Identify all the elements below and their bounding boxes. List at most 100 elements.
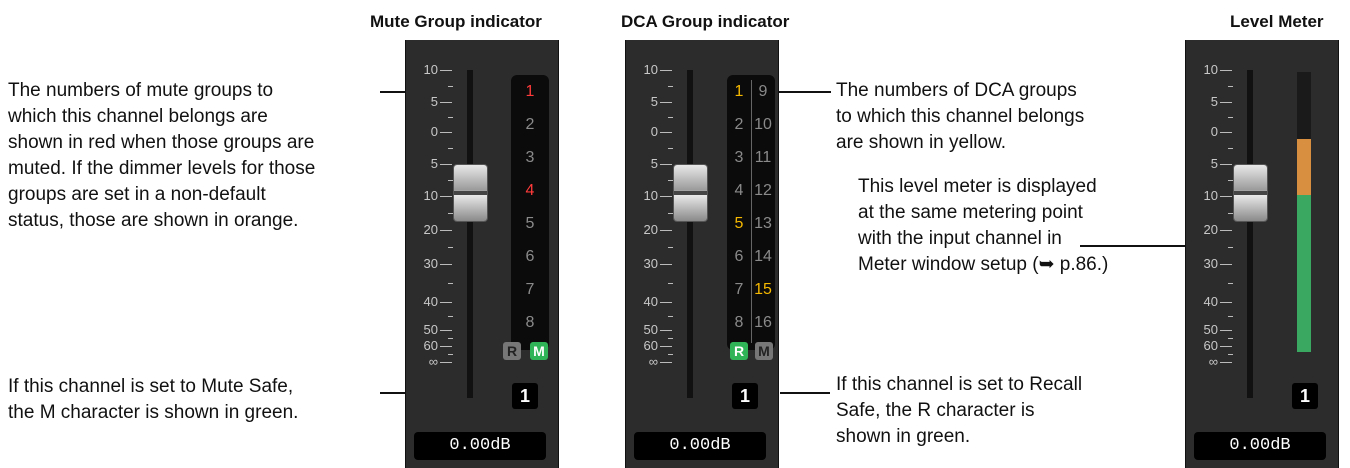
mute-group-title: Mute Group indicator	[370, 12, 542, 31]
scale-tick-label: 30	[1203, 256, 1218, 271]
mute-group-number[interactable]: 8	[521, 314, 539, 332]
scale-tick-mark	[660, 346, 672, 347]
scale-tick-label: 50	[423, 322, 438, 337]
scale-tick-label: 20	[643, 222, 658, 237]
scale-tick-label: 0	[430, 124, 438, 139]
channel-number: 1	[512, 383, 538, 409]
dca-group-number[interactable]: 16	[754, 314, 772, 332]
scale-tick-mark	[1220, 264, 1232, 265]
scale-tick-mark	[440, 102, 452, 103]
dca-group-number[interactable]: 13	[754, 215, 772, 233]
fader-knob[interactable]	[454, 165, 487, 221]
scale-tick-label: 20	[1203, 222, 1218, 237]
mute-safe-annotation: If this channel is set to Mute Safe, the…	[8, 376, 299, 423]
scale-minor-tick	[668, 180, 673, 181]
dca-group-number[interactable]: 1	[730, 83, 748, 101]
fader-track[interactable]	[1247, 70, 1253, 398]
scale-tick-mark	[1220, 330, 1232, 331]
fader-level-readout: 0.00dB	[634, 432, 766, 460]
fader-knob[interactable]	[674, 165, 707, 221]
mute-groups-annotation: The numbers of mute groups to which this…	[8, 80, 316, 231]
scale-tick-mark	[440, 164, 452, 165]
scale-tick-label: ∞	[428, 354, 438, 369]
leader-line-recall-safe	[780, 392, 830, 394]
level-meter-annotation: This level meter is displayed at the sam…	[858, 176, 1109, 275]
scale-tick-label: 10	[643, 62, 658, 77]
mute-safe-badge[interactable]: M	[755, 342, 773, 360]
scale-tick-mark	[440, 230, 452, 231]
fader-scale: 10 5 0 5 10 20 30 40 50 60 ∞	[410, 40, 456, 400]
scale-minor-tick	[448, 117, 453, 118]
dca-group-number[interactable]: 8	[730, 314, 748, 332]
channel-number: 1	[732, 383, 758, 409]
scale-minor-tick	[1228, 283, 1233, 284]
scale-tick-label: 5	[1210, 156, 1218, 171]
scale-minor-tick	[1228, 338, 1233, 339]
scale-tick-mark	[660, 330, 672, 331]
recall-safe-badge[interactable]: R	[730, 342, 748, 360]
mute-group-number[interactable]: 2	[521, 116, 539, 134]
scale-tick-mark	[660, 70, 672, 71]
recall-safe-badge[interactable]: R	[503, 342, 521, 360]
scale-minor-tick	[448, 148, 453, 149]
dca-group-number[interactable]: 2	[730, 116, 748, 134]
scale-tick-mark	[1220, 362, 1232, 363]
scale-minor-tick	[668, 354, 673, 355]
scale-tick-label: 60	[1203, 338, 1218, 353]
mute-group-number[interactable]: 7	[521, 281, 539, 299]
scale-minor-tick	[1228, 86, 1233, 87]
scale-minor-tick	[668, 117, 673, 118]
scale-minor-tick	[448, 86, 453, 87]
dca-group-number[interactable]: 14	[754, 248, 772, 266]
scale-tick-mark	[440, 362, 452, 363]
scale-tick-label: 30	[423, 256, 438, 271]
dca-group-number[interactable]: 11	[754, 149, 772, 167]
scale-tick-mark	[440, 70, 452, 71]
dca-group-number[interactable]: 10	[754, 116, 772, 134]
dca-group-number[interactable]: 4	[730, 182, 748, 200]
scale-tick-label: 0	[1210, 124, 1218, 139]
mute-group-number[interactable]: 6	[521, 248, 539, 266]
dca-groups-annotation: The numbers of DCA groups to which this …	[836, 80, 1085, 153]
scale-tick-label: 10	[1203, 188, 1218, 203]
scale-minor-tick	[1228, 148, 1233, 149]
fader-level-readout: 0.00dB	[1194, 432, 1326, 460]
scale-tick-label: 10	[423, 62, 438, 77]
scale-minor-tick	[1228, 316, 1233, 317]
scale-tick-label: 30	[643, 256, 658, 271]
scale-minor-tick	[668, 316, 673, 317]
scale-tick-mark	[440, 196, 452, 197]
scale-minor-tick	[668, 247, 673, 248]
dca-group-number[interactable]: 3	[730, 149, 748, 167]
mute-group-number[interactable]: 3	[521, 149, 539, 167]
dca-group-number[interactable]: 12	[754, 182, 772, 200]
dca-group-title: DCA Group indicator	[621, 12, 790, 31]
fader-knob[interactable]	[1234, 165, 1267, 221]
scale-tick-label: 10	[643, 188, 658, 203]
scale-minor-tick	[668, 338, 673, 339]
mute-group-number[interactable]: 4	[521, 182, 539, 200]
scale-minor-tick	[448, 180, 453, 181]
scale-tick-label: 40	[423, 294, 438, 309]
channel-number: 1	[1292, 383, 1318, 409]
mute-group-strip: 10 5 0 5 10 20 30 40 50 60 ∞ 1 2 3 4 5 6 7 8 R M 1…	[405, 40, 559, 468]
dca-group-number[interactable]: 15	[754, 281, 772, 299]
scale-tick-mark	[660, 102, 672, 103]
dca-group-number[interactable]: 7	[730, 281, 748, 299]
dca-group-number[interactable]: 9	[754, 83, 772, 101]
scale-tick-label: 5	[1210, 94, 1218, 109]
mute-safe-badge[interactable]: M	[530, 342, 548, 360]
fader-track[interactable]	[467, 70, 473, 398]
scale-tick-label: 20	[423, 222, 438, 237]
scale-minor-tick	[448, 213, 453, 214]
fader-track[interactable]	[687, 70, 693, 398]
scale-tick-mark	[1220, 302, 1232, 303]
dca-group-number[interactable]: 6	[730, 248, 748, 266]
dca-group-number[interactable]: 5	[730, 215, 748, 233]
scale-tick-mark	[440, 330, 452, 331]
mute-group-number[interactable]: 5	[521, 215, 539, 233]
scale-tick-mark	[1220, 230, 1232, 231]
scale-tick-mark	[660, 196, 672, 197]
scale-tick-mark	[660, 264, 672, 265]
mute-group-number[interactable]: 1	[521, 83, 539, 101]
